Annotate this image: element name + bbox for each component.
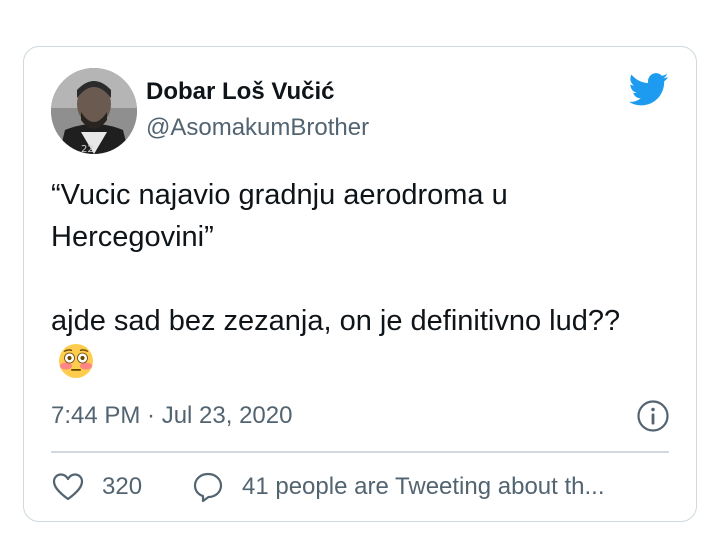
tweet-text-comment: ajde sad bez zezanja, on je definitivno … (51, 300, 651, 385)
flushed-face-emoji-icon (59, 344, 93, 378)
tweet-card[interactable]: 22 Dobar Loš Vučić @AsomakumBrother “Vuc… (23, 46, 697, 522)
tweet-text: “Vucic najavio gradnju aerodroma u Herce… (51, 174, 651, 385)
reply-button[interactable]: 41 people are Tweeting about th... (192, 470, 605, 504)
avatar[interactable]: 22 (51, 68, 137, 154)
heart-icon (52, 473, 84, 501)
display-name[interactable]: Dobar Loš Vučić (146, 78, 334, 106)
info-icon[interactable] (636, 399, 670, 433)
divider (51, 451, 669, 453)
svg-text:22: 22 (81, 144, 94, 154)
like-button[interactable]: 320 (52, 470, 142, 504)
twitter-bird-icon[interactable] (629, 73, 669, 106)
speech-bubble-icon (193, 472, 223, 503)
tweet-text-comment-words: ajde sad bez zezanja, on je definitivno … (51, 305, 621, 337)
like-count: 320 (102, 473, 143, 500)
reply-label: 41 people are Tweeting about th... (242, 473, 605, 500)
tweet-timestamp[interactable]: 7:44 PM · Jul 23, 2020 (51, 402, 292, 430)
tweet-text-quote: “Vucic najavio gradnju aerodroma u Herce… (51, 179, 508, 253)
user-handle[interactable]: @AsomakumBrother (146, 114, 369, 142)
